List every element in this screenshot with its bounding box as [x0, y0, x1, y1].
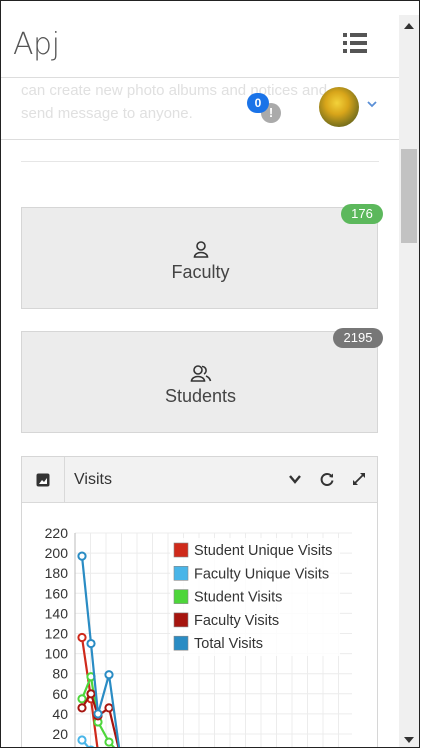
- faculty-card[interactable]: Faculty: [21, 207, 378, 309]
- visits-chart: 220200180160140120100806040200Student Un…: [22, 503, 377, 748]
- legend-swatch: [173, 565, 189, 581]
- legend-label: Faculty Visits: [194, 613, 279, 629]
- series-line: [80, 556, 121, 747]
- data-point: [104, 703, 114, 713]
- list-icon: [343, 33, 347, 37]
- scroll-down-arrow-icon[interactable]: [404, 737, 414, 743]
- fullscreen-icon[interactable]: [351, 471, 367, 487]
- y-tick-label: 220: [45, 525, 69, 541]
- y-tick-label: 160: [45, 585, 69, 601]
- data-point: [77, 551, 87, 561]
- avatar[interactable]: [319, 87, 359, 127]
- users-icon: [22, 364, 379, 387]
- collapse-chevron-icon[interactable]: [287, 471, 303, 487]
- chevron-down-icon[interactable]: [365, 97, 379, 111]
- scrollbar-thumb[interactable]: [401, 149, 417, 243]
- legend-swatch: [173, 542, 189, 558]
- list-icon-line: [350, 49, 367, 53]
- data-point: [87, 745, 95, 747]
- y-tick-label: 200: [45, 545, 69, 561]
- notifications-button[interactable]: ! 0: [247, 93, 285, 127]
- data-point: [86, 689, 96, 699]
- app-frame: Apj can create new photo albums and noti…: [0, 0, 420, 748]
- data-point: [104, 737, 114, 747]
- list-icon-bullet: [343, 41, 347, 45]
- divider: [21, 161, 379, 162]
- widget-icon-box: [22, 457, 65, 502]
- user-icon: [22, 240, 379, 263]
- widget-title: Visits: [74, 471, 112, 488]
- visits-widget: Visits 220200180160140120100806040200Stu…: [21, 456, 378, 748]
- y-tick-label: 60: [52, 686, 68, 702]
- list-icon-line: [350, 33, 367, 37]
- legend-label: Faculty Unique Visits: [194, 566, 329, 582]
- data-point: [93, 709, 103, 719]
- data-point: [77, 694, 87, 704]
- picture-icon: [36, 473, 50, 487]
- widget-header: Visits: [22, 457, 377, 503]
- legend-label: Total Visits: [194, 636, 263, 652]
- notification-count-badge: 0: [247, 93, 269, 113]
- y-tick-label: 120: [45, 626, 69, 642]
- students-label: Students: [164, 386, 237, 406]
- legend-swatch: [173, 612, 189, 628]
- brand-logo[interactable]: Apj: [13, 27, 60, 62]
- legend-swatch: [173, 589, 189, 604]
- faculty-label: Faculty: [171, 262, 230, 282]
- data-point: [77, 632, 87, 643]
- notice-bar: can create new photo albums and notices …: [1, 77, 399, 140]
- data-point: [77, 703, 87, 713]
- legend-label: Student Unique Visits: [194, 543, 332, 559]
- faculty-count-badge: 176: [341, 204, 383, 224]
- scroll-up-arrow-icon[interactable]: [404, 23, 414, 29]
- y-tick-label: 100: [45, 646, 69, 662]
- top-header: Apj: [1, 1, 399, 78]
- students-card[interactable]: Students: [21, 331, 378, 433]
- notice-text: can create new photo albums and notices …: [21, 82, 328, 122]
- visits-chart-svg: 220200180160140120100806040200Student Un…: [45, 525, 352, 748]
- legend-label: Student Visits: [194, 590, 282, 606]
- list-icon-bullet: [343, 49, 347, 53]
- y-tick-label: 0: [60, 746, 68, 748]
- y-tick-label: 140: [45, 605, 69, 621]
- legend-swatch: [173, 635, 189, 651]
- y-tick-label: 20: [52, 726, 68, 742]
- scrollbar[interactable]: [399, 15, 419, 747]
- y-tick-label: 40: [52, 706, 68, 722]
- menu-toggle-button[interactable]: [343, 33, 367, 55]
- y-tick-label: 180: [45, 565, 69, 581]
- data-point: [77, 735, 87, 745]
- data-point: [86, 638, 96, 649]
- y-tick-label: 80: [52, 666, 68, 682]
- data-point: [104, 670, 114, 680]
- list-icon-line: [350, 41, 367, 45]
- students-count-badge: 2195: [333, 328, 383, 348]
- refresh-icon[interactable]: [319, 471, 335, 487]
